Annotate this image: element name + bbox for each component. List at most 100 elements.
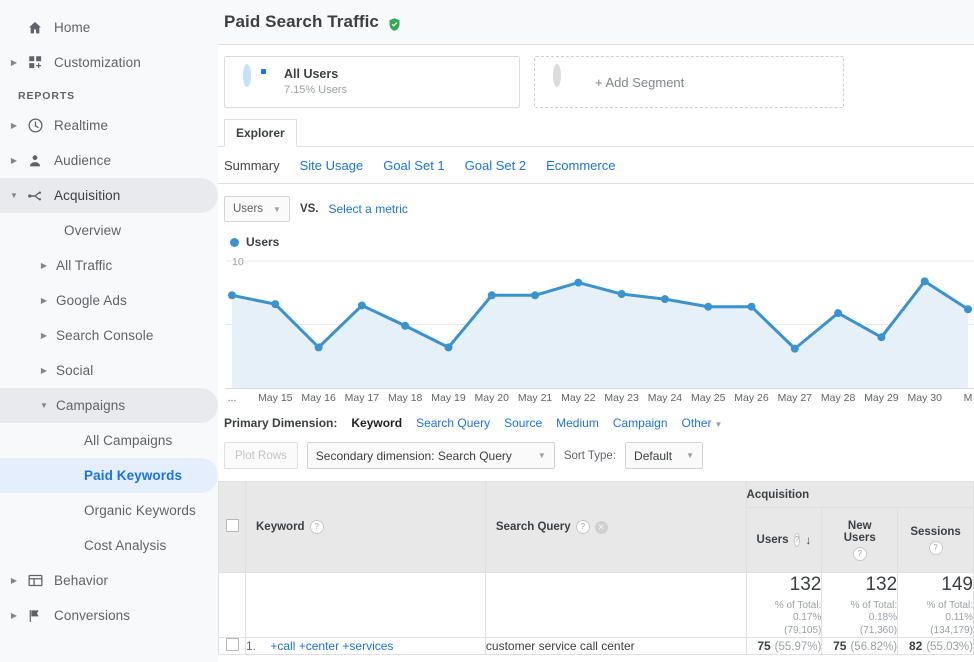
table-row[interactable]: 1. +call +center +services customer serv…: [218, 637, 974, 656]
sidebar-item-acquisition[interactable]: ▼ Acquisition: [0, 178, 218, 213]
sidebar-section-reports: REPORTS: [18, 90, 76, 102]
help-icon[interactable]: ?: [852, 546, 867, 561]
sidebar-item-audience[interactable]: ▶ Audience: [0, 143, 218, 178]
summary-users-cell: 132 % of Total: 0.17% (79,105): [745, 571, 823, 639]
dimension-keyword[interactable]: Keyword: [351, 416, 402, 430]
sidebar-item-conversions[interactable]: ▶ Conversions: [0, 598, 218, 633]
sidebar-item-campaigns[interactable]: ▶ ▼ Campaigns: [0, 388, 218, 423]
summary-sessions-value: 149: [941, 574, 973, 595]
row-keyword-cell: 1. +call +center +services: [245, 637, 486, 656]
sidebar-item-all-traffic[interactable]: ▶ ▶ All Traffic: [0, 248, 218, 283]
search-query-header-inner: Search Query ? ✕: [486, 482, 746, 572]
sidebar-label-paid-keywords: Paid Keywords: [84, 468, 183, 483]
keyword-header-label: Keyword: [256, 521, 305, 533]
sort-descending-icon[interactable]: ↓: [805, 533, 811, 547]
column-header-new-users[interactable]: New Users ?: [821, 507, 899, 573]
sidebar-top-gap: [0, 0, 218, 10]
chevron-right-icon: ▶: [10, 57, 18, 67]
sidebar-item-home[interactable]: ▶ Home: [0, 10, 218, 45]
help-icon[interactable]: ?: [309, 520, 324, 534]
clock-icon: [22, 117, 48, 134]
sidebar-item-realtime[interactable]: ▶ Realtime: [0, 108, 218, 143]
segment-text: All Users 7.15% Users: [284, 66, 347, 98]
row-checkbox[interactable]: [225, 638, 239, 652]
add-segment-button[interactable]: + Add Segment: [534, 56, 844, 108]
chart-svg: 105: [226, 256, 974, 388]
subtab-goal-set-1[interactable]: Goal Set 1: [383, 158, 444, 173]
segment-all-users[interactable]: All Users 7.15% Users: [224, 56, 520, 108]
metric-dropdown-value: Users: [233, 203, 264, 215]
help-icon[interactable]: ?: [928, 540, 943, 555]
sidebar-label-campaigns: Campaigns: [56, 398, 126, 413]
column-group-acquisition: Acquisition: [745, 481, 974, 508]
summary-sessions-total: (134,179): [930, 624, 973, 636]
primary-dimension-label: Primary Dimension:: [224, 416, 338, 430]
sidebar-item-behavior[interactable]: ▶ Behavior: [0, 563, 218, 598]
sidebar-item-customization[interactable]: ▶ Customization: [0, 45, 218, 80]
tab-explorer[interactable]: Explorer: [224, 119, 297, 147]
summary-users-of-total: % of Total:: [774, 599, 822, 611]
column-header-keyword[interactable]: Keyword ?: [245, 481, 486, 573]
column-header-users[interactable]: Users ? ↓: [745, 507, 823, 573]
table-summary-row: 132 % of Total: 0.17% (79,105) 132 % of …: [218, 571, 974, 639]
analytics-app: ▶ Home ▶ Customization REPORTS ▶: [0, 0, 974, 662]
column-header-sessions[interactable]: Sessions ?: [897, 507, 974, 573]
sidebar-item-overview[interactable]: ▶ Overview: [0, 213, 218, 248]
sidebar-label-realtime: Realtime: [54, 118, 109, 133]
home-icon: [22, 20, 48, 36]
chevron-down-icon: ▼: [10, 190, 18, 200]
sidebar-item-organic-keywords[interactable]: Organic Keywords: [0, 493, 218, 528]
sidebar-item-cost-analysis[interactable]: Cost Analysis: [0, 528, 218, 563]
subtab-ecommerce[interactable]: Ecommerce: [546, 158, 615, 173]
dimension-medium[interactable]: Medium: [556, 416, 599, 430]
summary-keyword-cell: [245, 571, 486, 639]
subtab-summary[interactable]: Summary: [224, 158, 280, 173]
sidebar-label-all-traffic: All Traffic: [56, 258, 113, 273]
summary-new-users-value: 132: [865, 574, 898, 595]
help-icon[interactable]: ?: [575, 520, 590, 534]
sidebar-label-organic-keywords: Organic Keywords: [84, 503, 196, 518]
sidebar-item-google-ads[interactable]: ▶ ▶ Google Ads: [0, 283, 218, 318]
column-header-search-query[interactable]: Search Query ? ✕: [484, 481, 747, 573]
chevron-right-icon: ▶: [40, 330, 48, 340]
sidebar-item-social[interactable]: ▶ ▶ Social: [0, 353, 218, 388]
subtab-site-usage[interactable]: Site Usage: [300, 158, 364, 173]
select-all-checkbox[interactable]: [225, 519, 239, 532]
dimension-other[interactable]: Other ▼: [682, 416, 723, 430]
sidebar-label-social: Social: [56, 363, 94, 378]
segment-percent: 7.15% Users: [284, 84, 347, 97]
subtab-goal-set-2[interactable]: Goal Set 2: [465, 158, 526, 173]
legend-label-users: Users: [246, 235, 280, 249]
plot-rows-button[interactable]: Plot Rows: [224, 442, 298, 469]
metric-dropdown[interactable]: Users ▼: [224, 196, 290, 222]
sidebar-item-paid-keywords[interactable]: Paid Keywords: [0, 458, 218, 493]
sort-type-dropdown[interactable]: Default ▼: [625, 442, 703, 469]
help-icon[interactable]: ?: [793, 533, 801, 547]
dimension-campaign[interactable]: Campaign: [613, 416, 668, 430]
select-all-cell: [218, 481, 246, 573]
chevron-down-icon: ▼: [537, 451, 546, 460]
search-query-header-label: Search Query: [495, 521, 571, 533]
users-line-chart[interactable]: 105 ...May 15May 16May 17May 18May 19May…: [218, 253, 974, 404]
secondary-dimension-dropdown[interactable]: Secondary dimension: Search Query ▼: [306, 442, 555, 469]
remove-secondary-dimension-icon[interactable]: ✕: [594, 520, 608, 534]
chevron-down-icon: ▼: [40, 400, 48, 410]
person-icon: [22, 153, 48, 169]
sidebar-label-home: Home: [54, 20, 91, 35]
chevron-right-icon: ▶: [10, 155, 18, 165]
dimension-source[interactable]: Source: [504, 416, 542, 430]
chevron-right-icon: ▶: [10, 575, 18, 585]
keywords-table: Keyword ? Search Query ? ✕ Acquisition U…: [218, 481, 974, 656]
dimension-search-query[interactable]: Search Query: [416, 416, 490, 430]
legend-dot-icon: [230, 237, 239, 247]
report-subtabs: Summary Site Usage Goal Set 1 Goal Set 2…: [218, 147, 974, 184]
sidebar-item-search-console[interactable]: ▶ ▶ Search Console: [0, 318, 218, 353]
select-metric-link[interactable]: Select a metric: [329, 202, 408, 216]
row-keyword-link[interactable]: +call +center +services: [270, 639, 393, 653]
row-new-users-pct: (56.82%): [850, 641, 898, 654]
sidebar-label-search-console: Search Console: [56, 328, 154, 343]
chevron-right-icon: ▶: [10, 610, 18, 620]
row-sessions-cell: 82 (55.03%): [897, 637, 974, 656]
summary-sessions-cell: 149 % of Total: 0.11% (134,179): [897, 571, 974, 639]
sidebar-item-all-campaigns[interactable]: All Campaigns: [0, 423, 218, 458]
